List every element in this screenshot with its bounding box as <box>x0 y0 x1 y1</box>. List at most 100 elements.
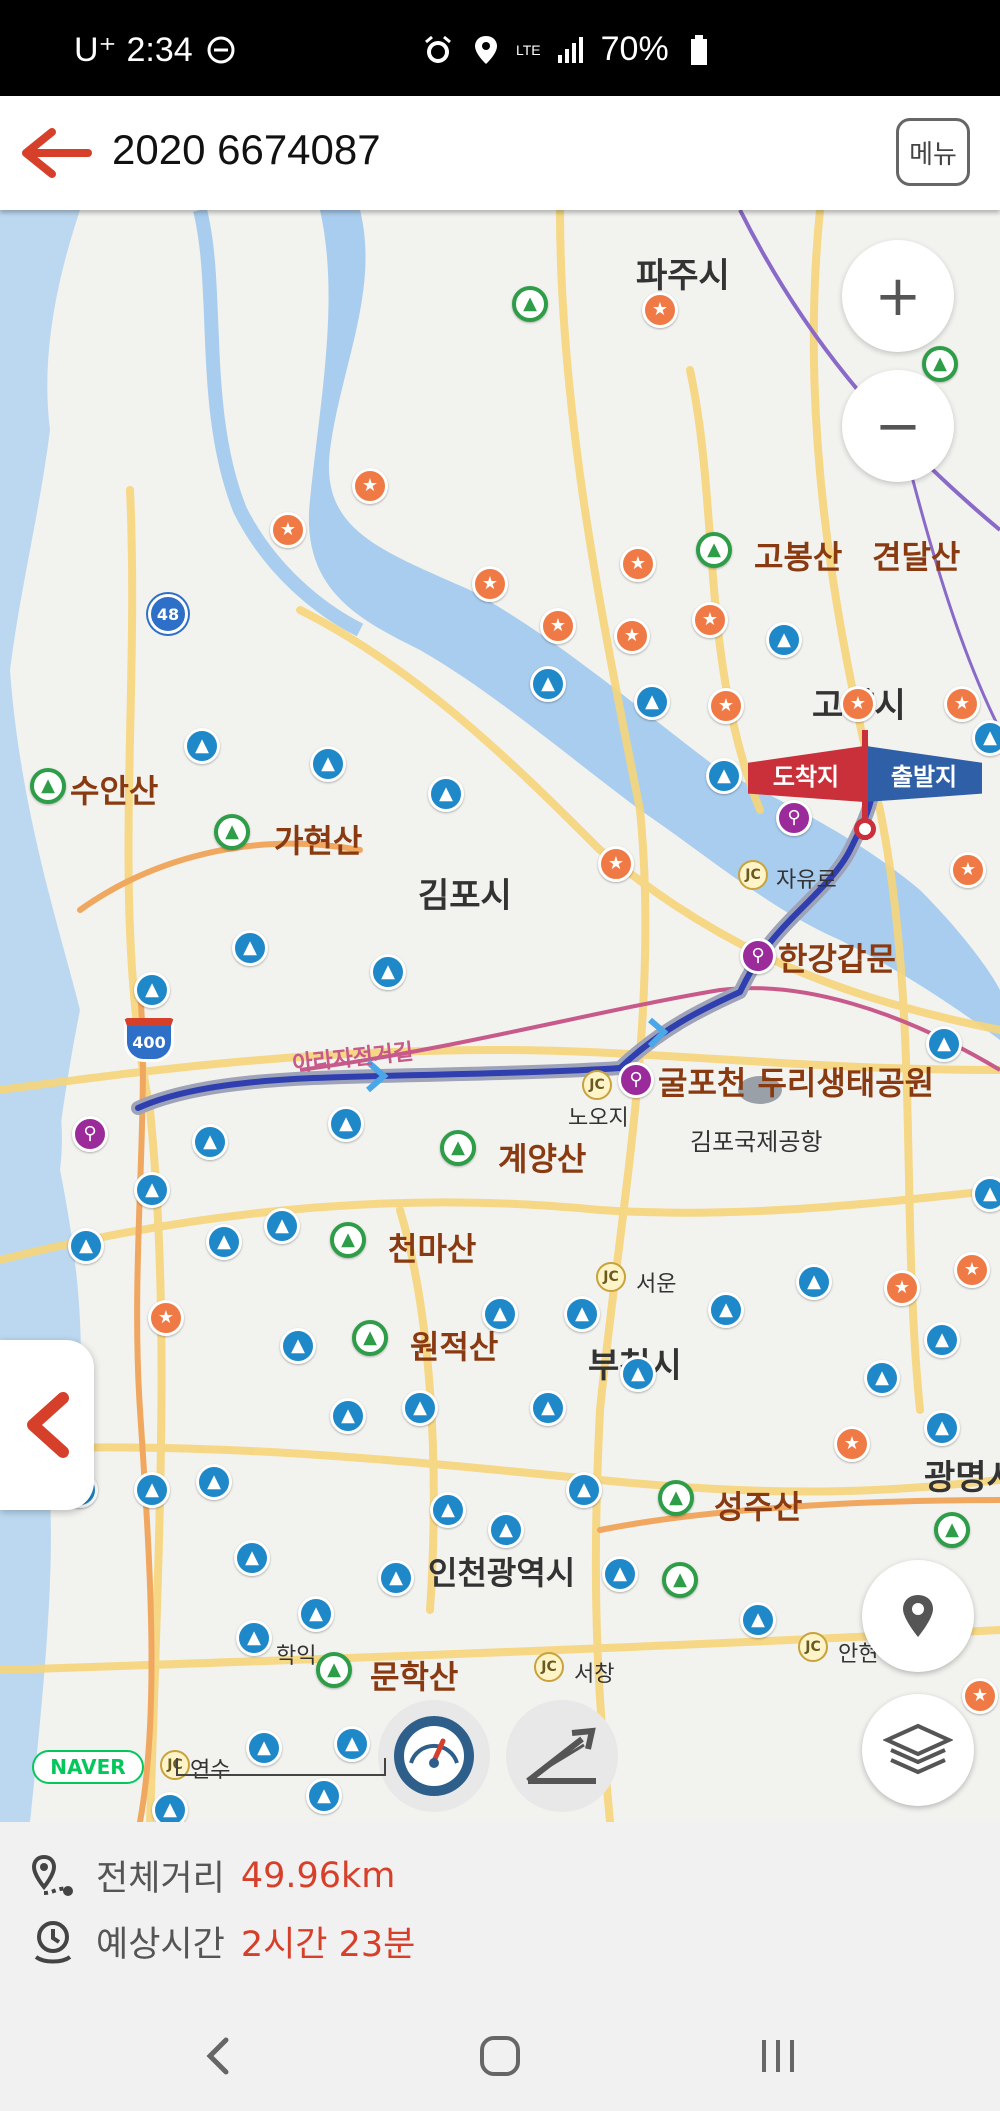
location-icon <box>468 32 504 68</box>
forest-pin[interactable]: ▲ <box>864 1360 900 1396</box>
attraction-pin[interactable]: ★ <box>692 602 728 638</box>
jc-marker: JC <box>534 1652 564 1682</box>
elevation-button[interactable] <box>506 1700 618 1812</box>
attraction-pin[interactable]: ★ <box>642 292 678 328</box>
forest-pin[interactable]: ▲ <box>206 1224 242 1260</box>
menu-button[interactable]: 메뉴 <box>896 118 970 186</box>
forest-pin[interactable]: ▲ <box>564 1296 600 1332</box>
mountain-pin[interactable]: ▲ <box>512 286 548 322</box>
mountain-pin[interactable]: ▲ <box>696 532 732 568</box>
forest-pin[interactable]: ▲ <box>530 666 566 702</box>
attraction-pin[interactable]: ★ <box>620 546 656 582</box>
forest-pin[interactable]: ▲ <box>602 1556 638 1592</box>
forest-pin[interactable]: ▲ <box>196 1464 232 1500</box>
bike-pin[interactable]: ⚲ <box>618 1062 654 1098</box>
forest-pin[interactable]: ▲ <box>428 776 464 812</box>
forest-pin[interactable]: ▲ <box>192 1124 228 1160</box>
side-panel-toggle[interactable] <box>0 1340 94 1510</box>
nav-back-button[interactable] <box>188 2026 248 2086</box>
label-seongjusan: 성주산 <box>714 1488 803 1526</box>
highway-400-label: 400 <box>132 1033 166 1052</box>
bike-pin[interactable]: ⚲ <box>740 938 776 974</box>
forest-pin[interactable]: ▲ <box>298 1596 334 1632</box>
forest-pin[interactable]: ▲ <box>234 1540 270 1576</box>
attraction-pin[interactable]: ★ <box>962 1678 998 1714</box>
attraction-pin[interactable]: ★ <box>834 1426 870 1462</box>
attraction-pin[interactable]: ★ <box>614 618 650 654</box>
my-location-button[interactable] <box>862 1560 974 1672</box>
mountain-pin[interactable]: ▲ <box>662 1562 698 1598</box>
mountain-pin[interactable]: ▲ <box>316 1652 352 1688</box>
forest-pin[interactable]: ▲ <box>708 1292 744 1328</box>
forest-pin[interactable]: ▲ <box>566 1472 602 1508</box>
forest-pin[interactable]: ▲ <box>232 930 268 966</box>
speedometer-button[interactable] <box>378 1700 490 1812</box>
label-hakik: 학익 <box>276 1644 317 1669</box>
forest-pin[interactable]: ▲ <box>306 1778 342 1814</box>
mountain-pin[interactable]: ▲ <box>440 1130 476 1166</box>
forest-pin[interactable]: ▲ <box>620 1356 656 1392</box>
nav-home-button[interactable] <box>470 2026 530 2086</box>
forest-pin[interactable]: ▲ <box>482 1296 518 1332</box>
forest-pin[interactable]: ▲ <box>328 1106 364 1142</box>
mountain-pin[interactable]: ▲ <box>922 346 958 382</box>
forest-pin[interactable]: ▲ <box>378 1560 414 1596</box>
forest-pin[interactable]: ▲ <box>184 728 220 764</box>
forest-pin[interactable]: ▲ <box>634 684 670 720</box>
forest-pin[interactable]: ▲ <box>706 758 742 794</box>
forest-pin[interactable]: ▲ <box>488 1512 524 1548</box>
distance-row: 전체거리 49.96km <box>30 1850 395 1901</box>
page-title: 2020 6674087 <box>112 126 381 173</box>
forest-pin[interactable]: ▲ <box>402 1390 438 1426</box>
attraction-pin[interactable]: ★ <box>148 1300 184 1336</box>
attraction-pin[interactable]: ★ <box>950 852 986 888</box>
forest-pin[interactable]: ▲ <box>280 1328 316 1364</box>
attraction-pin[interactable]: ★ <box>270 512 306 548</box>
attraction-pin[interactable]: ★ <box>708 688 744 724</box>
forest-pin[interactable]: ▲ <box>134 972 170 1008</box>
attraction-pin[interactable]: ★ <box>884 1270 920 1306</box>
bike-pin[interactable]: ⚲ <box>776 800 812 836</box>
attraction-pin[interactable]: ★ <box>472 566 508 602</box>
attraction-pin[interactable]: ★ <box>840 686 876 722</box>
mountain-pin[interactable]: ▲ <box>30 768 66 804</box>
forest-pin[interactable]: ▲ <box>330 1398 366 1434</box>
forest-pin[interactable]: ▲ <box>68 1228 104 1264</box>
mountain-pin[interactable]: ▲ <box>330 1222 366 1258</box>
forest-pin[interactable]: ▲ <box>924 1410 960 1446</box>
forest-pin[interactable]: ▲ <box>430 1492 466 1528</box>
attraction-pin[interactable]: ★ <box>598 846 634 882</box>
zoom-in-button[interactable]: + <box>842 240 954 352</box>
map-layers-button[interactable] <box>862 1694 974 1806</box>
forest-pin[interactable]: ▲ <box>926 1026 962 1062</box>
attraction-pin[interactable]: ★ <box>540 608 576 644</box>
forest-pin[interactable]: ▲ <box>766 622 802 658</box>
mountain-pin[interactable]: ▲ <box>352 1320 388 1356</box>
forest-pin[interactable]: ▲ <box>134 1472 170 1508</box>
mountain-pin[interactable]: ▲ <box>214 814 250 850</box>
forest-pin[interactable]: ▲ <box>334 1726 370 1762</box>
forest-pin[interactable]: ▲ <box>310 746 346 782</box>
forest-pin[interactable]: ▲ <box>370 954 406 990</box>
back-button[interactable] <box>18 124 92 182</box>
bike-pin[interactable]: ⚲ <box>72 1116 108 1152</box>
attraction-pin[interactable]: ★ <box>352 468 388 504</box>
map-view[interactable]: 48 400 파주시 고양시 김포시 부천시 인천광역시 광명시 수안산 가현산… <box>0 210 1000 1822</box>
forest-pin[interactable]: ▲ <box>152 1792 188 1822</box>
mountain-pin[interactable]: ▲ <box>658 1480 694 1516</box>
forest-pin[interactable]: ▲ <box>236 1620 272 1656</box>
label-seoun: 서운 <box>636 1272 677 1297</box>
forest-pin[interactable]: ▲ <box>972 720 1000 756</box>
forest-pin[interactable]: ▲ <box>530 1390 566 1426</box>
nav-recents-button[interactable] <box>748 2026 808 2086</box>
forest-pin[interactable]: ▲ <box>740 1602 776 1638</box>
mountain-pin[interactable]: ▲ <box>934 1512 970 1548</box>
zoom-out-button[interactable]: − <box>842 370 954 482</box>
forest-pin[interactable]: ▲ <box>134 1172 170 1208</box>
forest-pin[interactable]: ▲ <box>796 1264 832 1300</box>
forest-pin[interactable]: ▲ <box>264 1208 300 1244</box>
forest-pin[interactable]: ▲ <box>972 1176 1000 1212</box>
forest-pin[interactable]: ▲ <box>924 1322 960 1358</box>
attraction-pin[interactable]: ★ <box>944 686 980 722</box>
attraction-pin[interactable]: ★ <box>954 1252 990 1288</box>
